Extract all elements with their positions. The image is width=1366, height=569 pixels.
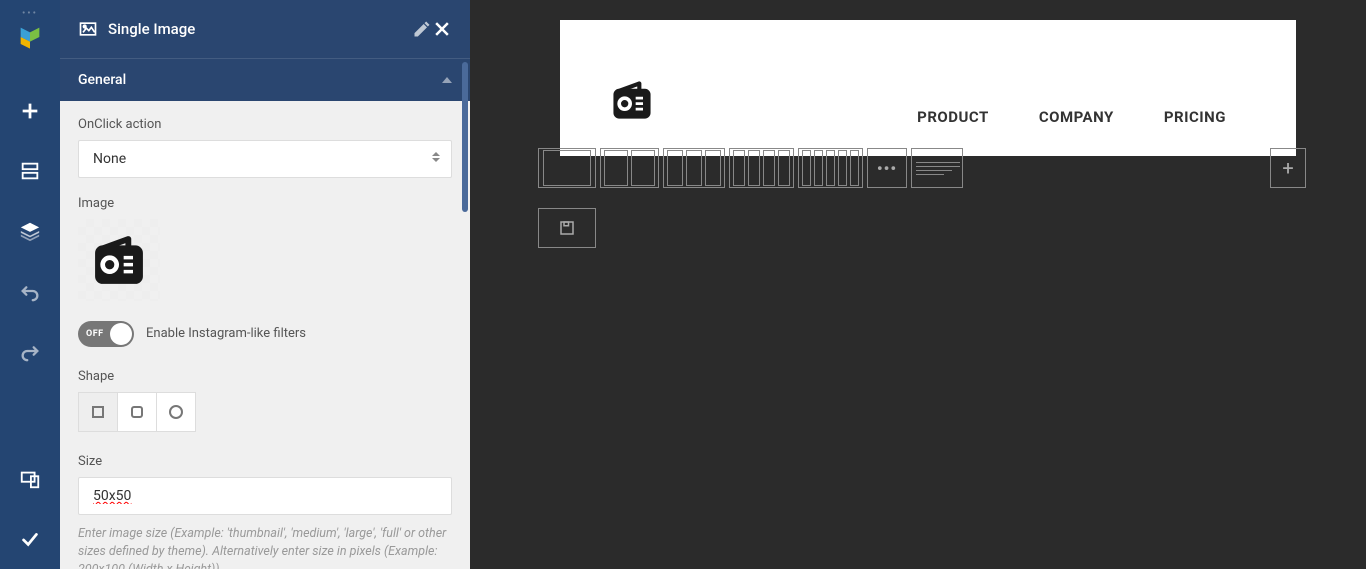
panel-title: Single Image	[108, 20, 404, 38]
wpbakery-logo-icon	[16, 23, 44, 51]
size-input[interactable]	[78, 477, 452, 515]
toggle-knob	[110, 323, 132, 345]
toggle-off-label: OFF	[86, 329, 104, 339]
nav-pricing[interactable]: PRICING	[1164, 108, 1226, 126]
settings-panel: Single Image General OnClick action None…	[60, 0, 470, 569]
layout-custom-button[interactable]	[911, 148, 963, 188]
shape-options	[78, 392, 452, 432]
row-layout-toolbar: ••• +	[538, 148, 1306, 188]
rail-templates-button[interactable]	[0, 141, 60, 201]
panel-scrollbar[interactable]	[462, 62, 468, 212]
layout-1col-button[interactable]	[538, 148, 596, 188]
filters-label: Enable Instagram-like filters	[146, 326, 306, 341]
close-icon[interactable]	[432, 19, 452, 39]
pencil-icon[interactable]	[412, 19, 432, 39]
rail-redo-button[interactable]	[0, 321, 60, 381]
chevron-up-icon	[442, 77, 452, 83]
preview-canvas: PRODUCT COMPANY PRICING ••• +	[470, 0, 1366, 569]
image-label: Image	[78, 196, 452, 211]
onclick-label: OnClick action	[78, 117, 452, 132]
section-title: General	[78, 72, 126, 88]
layout-3col-button[interactable]	[663, 148, 725, 188]
section-body: OnClick action None Image OFF Enable Ins…	[60, 101, 470, 569]
panel-header: Single Image	[60, 0, 470, 58]
section-general-header[interactable]: General	[60, 58, 470, 101]
editor-rail: •••	[0, 0, 60, 569]
site-header: PRODUCT COMPANY PRICING	[560, 20, 1296, 156]
rail-save-button[interactable]	[0, 509, 60, 569]
site-nav: PRODUCT COMPANY PRICING	[917, 108, 1226, 126]
onclick-select[interactable]: None	[78, 140, 452, 178]
shape-square-button[interactable]	[78, 392, 118, 432]
shape-rounded-button[interactable]	[117, 392, 157, 432]
size-help: Enter image size (Example: 'thumbnail', …	[78, 525, 452, 569]
shape-label: Shape	[78, 369, 452, 384]
layout-template-button[interactable]	[538, 208, 596, 248]
rail-devices-button[interactable]	[0, 449, 60, 509]
filters-toggle[interactable]: OFF	[78, 321, 134, 347]
layout-more-button[interactable]: •••	[867, 148, 907, 188]
rail-undo-button[interactable]	[0, 261, 60, 321]
layout-5col-button[interactable]	[798, 148, 863, 188]
layout-add-button[interactable]: +	[1270, 148, 1306, 188]
rail-layers-button[interactable]	[0, 201, 60, 261]
image-icon	[78, 19, 98, 39]
size-label: Size	[78, 454, 452, 469]
rail-add-button[interactable]	[0, 81, 60, 141]
site-logo[interactable]	[610, 78, 654, 126]
layout-4col-button[interactable]	[729, 148, 794, 188]
shape-circle-button[interactable]	[156, 392, 196, 432]
image-preview[interactable]	[78, 219, 160, 301]
rail-drag-handle[interactable]: •••	[22, 8, 38, 19]
nav-company[interactable]: COMPANY	[1039, 108, 1114, 126]
nav-product[interactable]: PRODUCT	[917, 108, 989, 126]
select-chevron-icon	[432, 152, 440, 162]
layout-2col-button[interactable]	[600, 148, 659, 188]
